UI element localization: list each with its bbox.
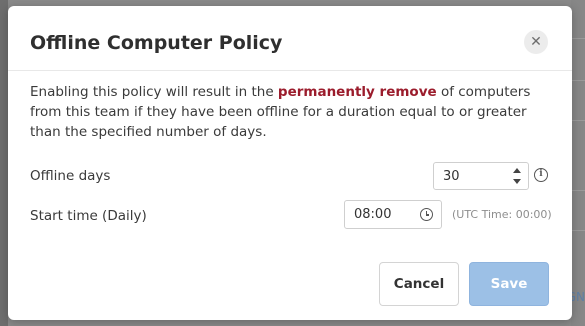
description-highlight: permanently remove (277, 84, 437, 100)
offline-days-value: 30 (443, 168, 460, 184)
decrement-icon[interactable] (513, 179, 521, 184)
offline-policy-dialog: Offline Computer Policy ✕ Enabling this … (8, 6, 572, 320)
dialog-title: Offline Computer Policy (30, 32, 283, 54)
description-text-start: Enabling this policy will result in the (30, 84, 278, 100)
utc-time-hint: (UTC Time: 00:00) (452, 208, 552, 221)
start-time-value: 08:00 (354, 207, 392, 222)
clock-icon[interactable] (420, 208, 433, 221)
increment-icon[interactable] (513, 168, 521, 173)
background-right-edge (571, 0, 585, 326)
close-button[interactable]: ✕ (524, 30, 548, 54)
offline-days-input[interactable]: 30 (433, 162, 529, 190)
info-icon[interactable]: i (534, 168, 548, 182)
background-left-edge (0, 0, 8, 326)
save-button[interactable]: Save (469, 262, 549, 306)
start-time-label: Start time (Daily) (30, 208, 147, 224)
close-icon: ✕ (530, 34, 542, 50)
cancel-button[interactable]: Cancel (379, 262, 459, 306)
start-time-input[interactable]: 08:00 (344, 200, 442, 229)
offline-days-stepper[interactable] (512, 168, 522, 184)
offline-days-label: Offline days (30, 168, 111, 184)
title-divider (8, 70, 572, 71)
policy-description: Enabling this policy will result in the … (30, 82, 555, 142)
